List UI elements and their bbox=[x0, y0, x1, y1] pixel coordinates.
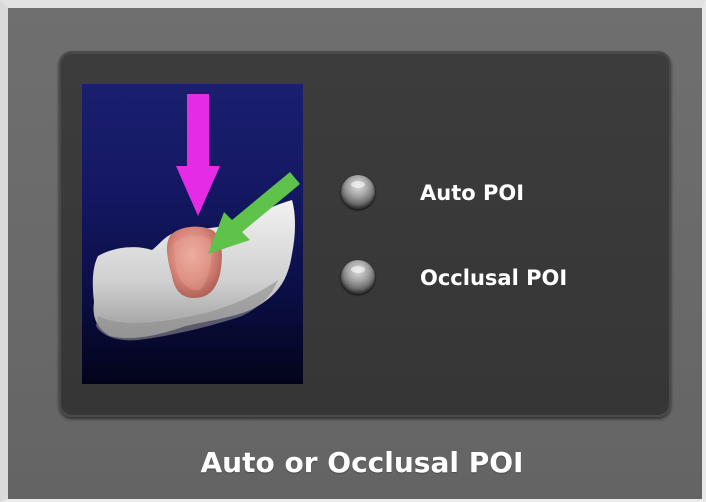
vertical-arrow-icon bbox=[176, 94, 220, 216]
auto-poi-option[interactable]: Auto POI bbox=[338, 172, 658, 212]
tooth-illustration-icon bbox=[92, 94, 300, 341]
panel-title: Auto or Occlusal POI bbox=[200, 446, 524, 479]
occlusal-poi-radio-icon[interactable] bbox=[341, 260, 375, 294]
auto-poi-radio-icon[interactable] bbox=[341, 175, 375, 209]
occlusal-poi-option[interactable]: Occlusal POI bbox=[338, 257, 658, 297]
occlusal-poi-label: Occlusal POI bbox=[420, 266, 568, 290]
auto-poi-label: Auto POI bbox=[420, 181, 525, 205]
tooth-preview-image bbox=[82, 84, 303, 384]
